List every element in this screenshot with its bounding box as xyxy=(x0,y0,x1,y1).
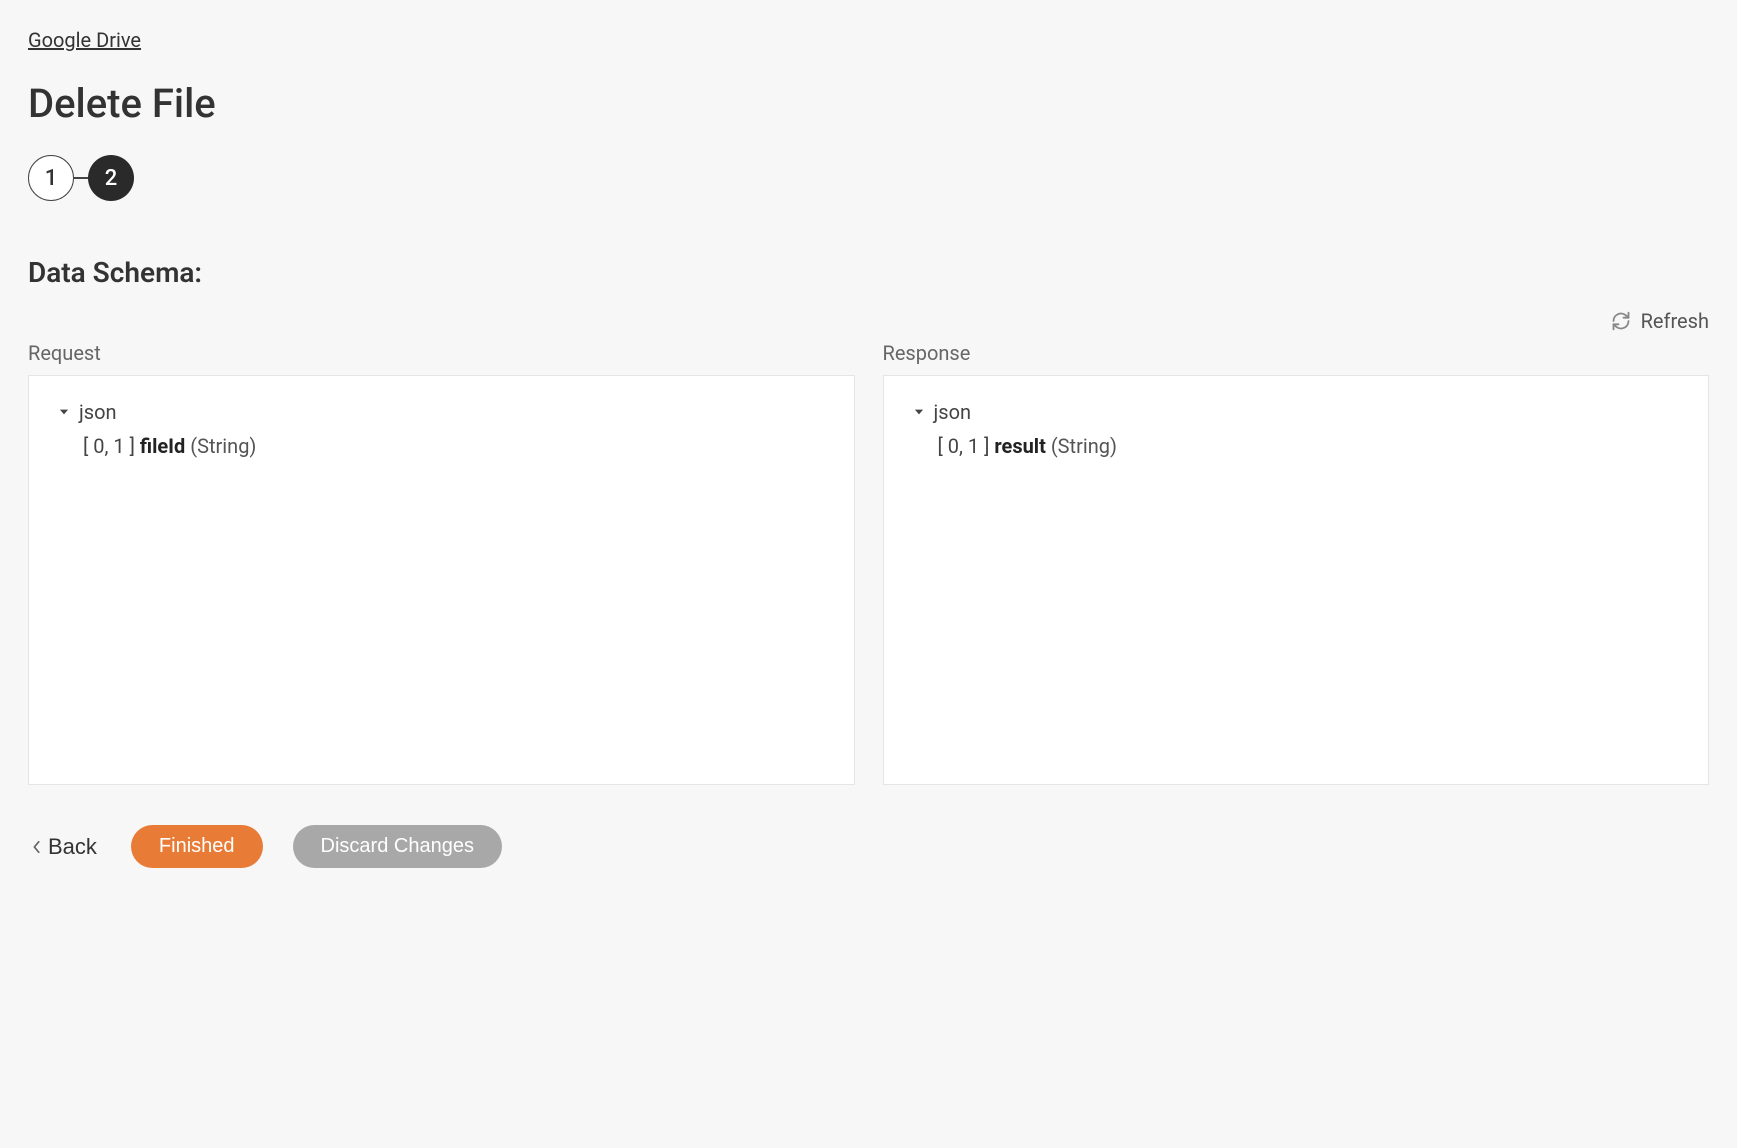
refresh-icon xyxy=(1611,311,1631,331)
response-field-name: result xyxy=(994,434,1045,458)
request-label: Request xyxy=(28,341,855,365)
request-json-root[interactable]: json xyxy=(57,400,826,424)
step-1[interactable]: 1 xyxy=(28,155,74,201)
finished-button[interactable]: Finished xyxy=(131,825,263,868)
chevron-down-icon xyxy=(57,405,71,419)
refresh-button[interactable]: Refresh xyxy=(28,309,1709,333)
back-button[interactable]: Back xyxy=(28,834,101,860)
chevron-down-icon xyxy=(912,405,926,419)
stepper: 1 2 xyxy=(28,155,1709,201)
request-field-name: fileId xyxy=(140,434,185,458)
page-title: Delete File xyxy=(28,80,1709,127)
request-field-row[interactable]: [ 0, 1 ] fileId (String) xyxy=(57,434,826,458)
footer-buttons: Back Finished Discard Changes xyxy=(28,825,1709,868)
back-label: Back xyxy=(48,834,97,860)
request-panel: json [ 0, 1 ] fileId (String) xyxy=(28,375,855,785)
refresh-label: Refresh xyxy=(1641,309,1709,333)
breadcrumb-link[interactable]: Google Drive xyxy=(28,28,141,52)
request-root-label: json xyxy=(79,400,117,424)
response-column: Response json [ 0, 1 ] result (String) xyxy=(883,341,1710,785)
response-panel: json [ 0, 1 ] result (String) xyxy=(883,375,1710,785)
chevron-left-icon xyxy=(32,840,42,854)
request-field-cardinality: [ 0, 1 ] xyxy=(83,434,140,458)
response-field-type: (String) xyxy=(1046,434,1117,458)
request-field-type: (String) xyxy=(185,434,256,458)
schema-panels: Request json [ 0, 1 ] fileId (String) Re… xyxy=(28,341,1709,785)
response-field-row[interactable]: [ 0, 1 ] result (String) xyxy=(912,434,1681,458)
response-json-root[interactable]: json xyxy=(912,400,1681,424)
response-field-cardinality: [ 0, 1 ] xyxy=(938,434,995,458)
section-title: Data Schema: xyxy=(28,256,1709,289)
response-root-label: json xyxy=(934,400,972,424)
step-2[interactable]: 2 xyxy=(88,155,134,201)
step-connector xyxy=(74,177,88,179)
request-column: Request json [ 0, 1 ] fileId (String) xyxy=(28,341,855,785)
response-label: Response xyxy=(883,341,1710,365)
discard-button[interactable]: Discard Changes xyxy=(293,825,502,868)
